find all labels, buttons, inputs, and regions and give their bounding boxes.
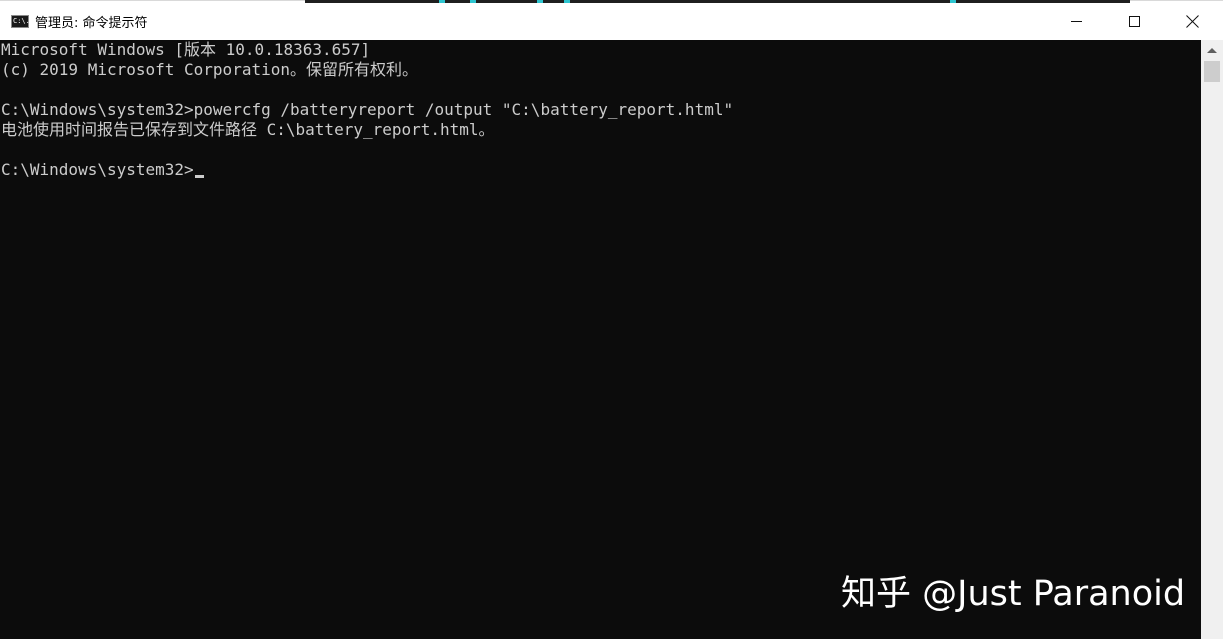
title-bar[interactable]: C:\. 管理员: 命令提示符 bbox=[0, 0, 1223, 40]
maximize-icon bbox=[1128, 15, 1140, 27]
background-accent bbox=[537, 0, 543, 3]
watermark: 知乎 @Just Paranoid bbox=[841, 574, 1186, 614]
chevron-up-icon bbox=[1207, 47, 1217, 53]
close-button[interactable] bbox=[1163, 1, 1221, 41]
prompt-text: C:\Windows\system32> bbox=[1, 160, 194, 179]
prompt-line[interactable]: C:\Windows\system32> bbox=[1, 160, 204, 180]
background-window-strip bbox=[305, 0, 1130, 3]
scroll-up-button[interactable] bbox=[1201, 40, 1223, 60]
cmd-icon[interactable]: C:\. bbox=[11, 15, 30, 28]
scroll-thumb[interactable] bbox=[1204, 61, 1220, 82]
close-icon bbox=[1186, 15, 1199, 28]
background-accent bbox=[950, 0, 956, 3]
console-output[interactable]: Microsoft Windows [版本 10.0.18363.657] (c… bbox=[0, 40, 1201, 639]
background-accent bbox=[470, 0, 476, 3]
vertical-scrollbar[interactable] bbox=[1201, 40, 1223, 639]
minimize-button[interactable] bbox=[1047, 1, 1105, 41]
text-cursor bbox=[194, 175, 204, 178]
background-accent bbox=[439, 0, 445, 3]
window-title: 管理员: 命令提示符 bbox=[35, 16, 148, 31]
console-line: Microsoft Windows [版本 10.0.18363.657] bbox=[1, 40, 371, 59]
background-accent bbox=[564, 0, 570, 3]
command-prompt-window: C:\. 管理员: 命令提示符 Microsoft Windows [版本 10… bbox=[0, 0, 1223, 639]
minimize-icon bbox=[1070, 20, 1082, 22]
console-line: 电池使用时间报告已保存到文件路径 C:\battery_report.html。 bbox=[1, 120, 495, 139]
console-line: (c) 2019 Microsoft Corporation。保留所有权利。 bbox=[1, 60, 418, 79]
console-line: C:\Windows\system32>powercfg /batteryrep… bbox=[1, 100, 734, 119]
maximize-button[interactable] bbox=[1105, 1, 1163, 41]
